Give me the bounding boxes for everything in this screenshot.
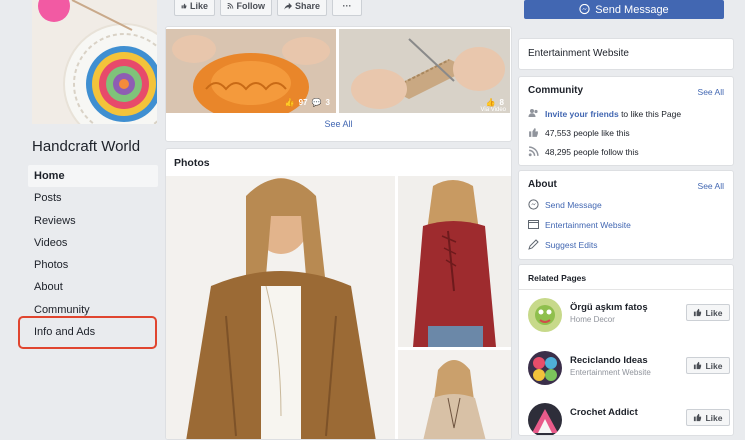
video-stats: 👍 97 💬 3 (285, 98, 330, 107)
nav-item-videos[interactable]: Videos (28, 232, 158, 254)
related-page-item[interactable]: Reciclando Ideas Entertainment Website L… (528, 351, 730, 391)
like-page-label: Like (189, 1, 208, 11)
related-page-avatar[interactable] (528, 298, 562, 332)
likes-count-text: 47,553 people like this (545, 127, 630, 138)
nav-item-about[interactable]: About (28, 276, 158, 298)
nav-item-info-and-ads[interactable]: Info and Ads (28, 321, 158, 343)
related-page-name[interactable]: Crochet Addict (570, 407, 638, 418)
follow-page-button[interactable]: Follow (220, 0, 272, 16)
follows-count-text: 48,295 people follow this (545, 146, 639, 157)
related-pages-card: Related Pages Örgü aşkım fatoş Home Deco… (518, 264, 734, 436)
video-stats: 👍 8 (486, 98, 504, 107)
video-like-count: 97 (298, 98, 308, 107)
related-page-name[interactable]: Örgü aşkım fatoş (570, 302, 648, 313)
related-page-like-button[interactable]: Like (686, 409, 730, 426)
about-send-message-link[interactable]: Send Message (545, 200, 602, 210)
about-website-link[interactable]: Entertainment Website (545, 220, 631, 230)
rss-follow-icon (227, 2, 234, 9)
share-arrow-icon (284, 2, 292, 10)
community-card: Community See All Invite your friends to… (518, 76, 734, 166)
related-page-like-label: Like (705, 412, 723, 423)
page-title: Handcraft World (32, 138, 141, 155)
related-page-category: Entertainment Website (570, 368, 651, 377)
community-title: Community (528, 85, 583, 96)
related-page-item[interactable]: Crochet Addict Like (528, 403, 730, 435)
related-page-avatar[interactable] (528, 351, 562, 385)
like-page-button[interactable]: Like (174, 0, 215, 16)
likes-count-row: 47,553 people like this (528, 127, 630, 138)
related-page-avatar[interactable] (528, 403, 562, 435)
about-see-all-link[interactable]: See All (698, 181, 724, 191)
nav-item-posts[interactable]: Posts (28, 187, 158, 209)
follows-count-row: 48,295 people follow this (528, 146, 639, 157)
videos-card: 👍 97 💬 3 👍 8 Via Video See All (165, 26, 512, 142)
thumbs-up-icon (181, 3, 187, 9)
videos-see-all-link[interactable]: See All (166, 119, 511, 129)
page-nav: Home Posts Reviews Videos Photos About C… (28, 165, 158, 343)
thumbs-up-icon (694, 413, 702, 422)
invite-friends-suffix: to like this Page (621, 108, 682, 119)
page-category: Entertainment Website (528, 48, 629, 59)
send-message-button[interactable]: Send Message (524, 0, 724, 19)
messenger-icon (528, 199, 539, 210)
pencil-icon (528, 239, 539, 250)
follow-page-label: Follow (236, 1, 266, 11)
community-see-all-link[interactable]: See All (698, 87, 724, 97)
comment-count-icon: 💬 (311, 98, 322, 107)
more-options-button[interactable]: ··· (332, 0, 362, 16)
invite-friends-link[interactable]: Invite your friends (545, 109, 619, 119)
invite-friends-row: Invite your friends to like this Page (528, 108, 681, 119)
share-page-button[interactable]: Share (277, 0, 327, 16)
related-page-name[interactable]: Reciclando Ideas (570, 355, 648, 366)
messenger-icon (579, 4, 590, 15)
suggest-edits-link[interactable]: Suggest Edits (545, 240, 597, 250)
video-like-count: 8 (499, 98, 504, 107)
like-count-icon: 👍 (284, 98, 295, 107)
photos-section-title: Photos (174, 157, 210, 169)
related-page-category: Home Decor (570, 315, 615, 324)
photos-card: Photos (165, 148, 512, 440)
category-card: Entertainment Website (518, 38, 734, 70)
browser-window-icon (528, 219, 539, 230)
related-pages-title: Related Pages (528, 273, 587, 283)
video-thumbnail[interactable]: 👍 8 Via Video (339, 29, 510, 113)
related-page-like-label: Like (705, 307, 723, 318)
thumbs-up-icon (528, 127, 539, 138)
like-count-icon: 👍 (485, 98, 496, 107)
photo-thumbnail[interactable] (398, 176, 511, 347)
about-website-row: Entertainment Website (528, 219, 631, 230)
nav-item-home[interactable]: Home (28, 165, 158, 188)
about-send-message-row: Send Message (528, 199, 602, 210)
nav-item-community[interactable]: Community (28, 299, 158, 321)
nav-item-photos[interactable]: Photos (28, 254, 158, 276)
suggest-edits-row: Suggest Edits (528, 239, 597, 250)
page-profile-picture[interactable] (32, 0, 157, 124)
people-icon (528, 108, 539, 119)
photo-thumbnail[interactable] (166, 176, 395, 439)
about-title: About (528, 179, 557, 190)
section-divider (519, 289, 733, 290)
video-source-watermark: Via Video (480, 107, 506, 113)
thumbs-up-icon (694, 361, 702, 370)
photo-thumbnail[interactable] (398, 350, 511, 439)
video-thumbnail[interactable]: 👍 97 💬 3 (166, 29, 336, 113)
rss-follow-icon (528, 146, 539, 157)
related-page-like-button[interactable]: Like (686, 304, 730, 321)
related-page-item[interactable]: Örgü aşkım fatoş Home Decor Like (528, 298, 730, 338)
video-comment-count: 3 (325, 98, 330, 107)
related-page-like-button[interactable]: Like (686, 357, 730, 374)
page-action-bar: Like Follow Share ··· (166, 0, 510, 22)
about-card: About See All Send Message Entertainment… (518, 170, 734, 260)
send-message-label: Send Message (595, 3, 669, 16)
related-page-like-label: Like (705, 360, 723, 371)
more-options-label: ··· (342, 1, 352, 11)
share-page-label: Share (294, 1, 320, 11)
thumbs-up-icon (694, 308, 702, 317)
nav-item-reviews[interactable]: Reviews (28, 210, 158, 232)
